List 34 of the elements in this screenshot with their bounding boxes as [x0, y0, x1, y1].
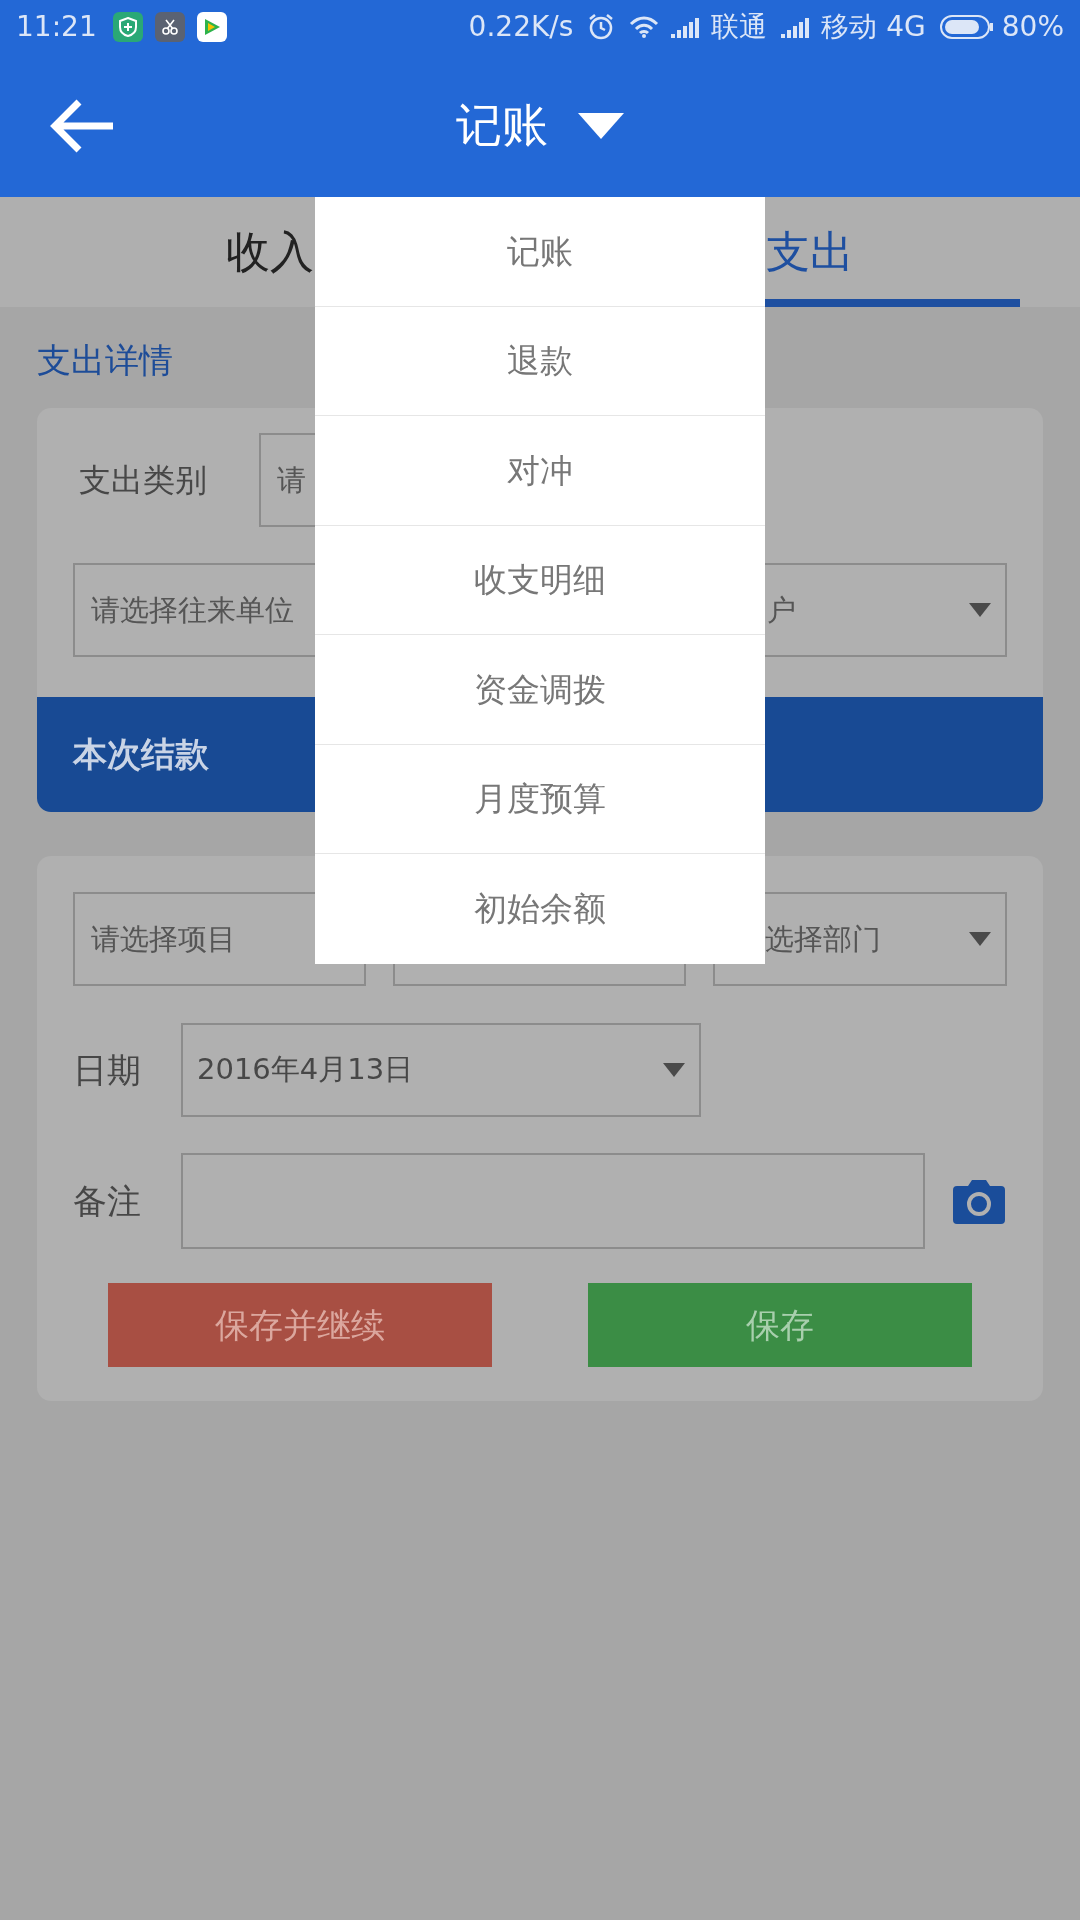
select-field[interactable]: 选择部门: [713, 892, 1007, 986]
menu-item[interactable]: 记账: [315, 197, 765, 307]
shield-app-icon: [112, 12, 143, 42]
menu-item[interactable]: 资金调拨: [315, 635, 765, 745]
battery-icon: [939, 15, 994, 39]
note-field[interactable]: [181, 1153, 925, 1249]
carrier-name: 联通: [711, 9, 768, 45]
battery-percent: 80%: [1001, 9, 1064, 45]
camera-button[interactable]: [953, 1178, 1005, 1224]
network-speed: 0.22K/s: [468, 9, 574, 45]
field-label: 支出类别: [79, 460, 208, 501]
menu-item[interactable]: 收支明细: [315, 525, 765, 635]
play-app-icon: [196, 12, 227, 42]
section-title: 支出详情: [37, 339, 173, 382]
field-label: 日期: [73, 1048, 142, 1092]
status-time: 11:21: [16, 9, 97, 45]
menu-item[interactable]: 退款: [315, 306, 765, 416]
caret-icon: [578, 112, 624, 139]
save-continue-button[interactable]: 保存并继续: [108, 1283, 492, 1367]
signal-icon: [671, 16, 702, 38]
menu-item[interactable]: 月度预算: [315, 744, 765, 854]
date-field[interactable]: 2016年4月13日: [181, 1023, 701, 1117]
menu-item[interactable]: 对冲: [315, 416, 765, 526]
title-dropdown[interactable]: 记账: [456, 91, 624, 160]
signal-icon: [781, 16, 812, 38]
save-button[interactable]: 保存: [588, 1283, 972, 1367]
carrier-name: 移动 4G: [821, 9, 926, 45]
caret-icon: [663, 1063, 685, 1077]
caret-icon: [969, 603, 991, 617]
select-field[interactable]: 请选择项目: [73, 892, 366, 986]
field-label: 备注: [73, 1179, 142, 1223]
caret-icon: [969, 932, 991, 946]
scissors-app-icon: [154, 12, 185, 42]
wifi-icon: [629, 15, 660, 39]
